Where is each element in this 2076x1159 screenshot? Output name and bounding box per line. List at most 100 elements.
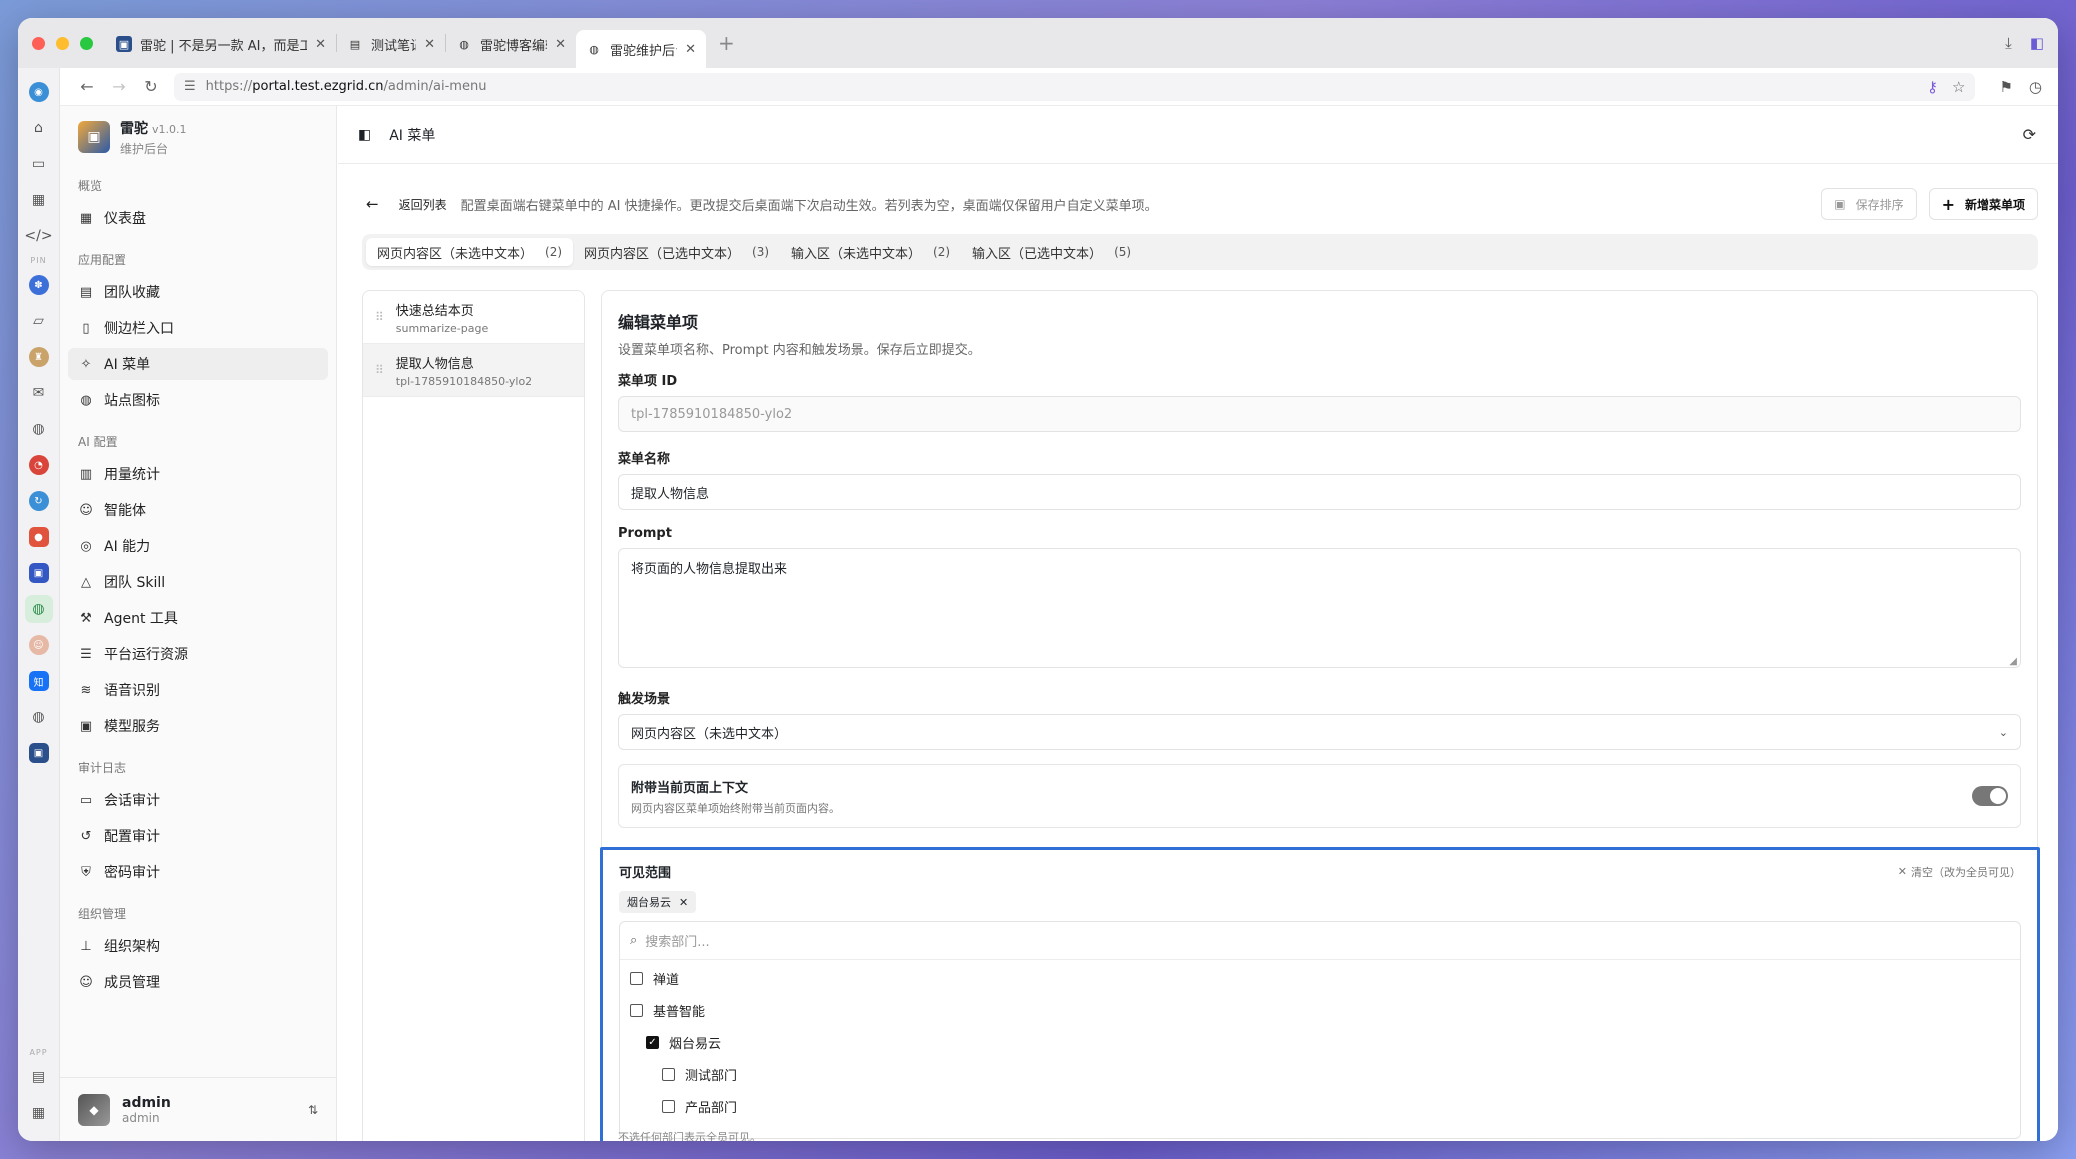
- back-arrow-icon[interactable]: ←: [78, 77, 96, 96]
- tree-node[interactable]: 测试部门: [620, 1058, 2020, 1090]
- sidebar-item[interactable]: ☺ 成员管理: [68, 966, 328, 998]
- new-tab-button[interactable]: +: [706, 31, 747, 55]
- add-menu-item-button[interactable]: + 新增菜单项: [1928, 188, 2038, 220]
- sidebar-item[interactable]: ▣ 模型服务: [68, 710, 328, 742]
- profile-avatar[interactable]: ◉: [25, 78, 53, 106]
- bookmark-icon[interactable]: ⚑: [1999, 78, 2012, 96]
- resize-handle-icon[interactable]: ◢: [2009, 656, 2017, 667]
- close-tab-icon[interactable]: ✕: [424, 37, 435, 52]
- drag-handle-icon[interactable]: ⠿: [375, 310, 384, 324]
- paw-icon[interactable]: ✽: [25, 271, 53, 299]
- zhihu-app-icon[interactable]: 知: [25, 667, 53, 695]
- trigger-scene-select[interactable]: 网页内容区（未选中文本） ⌄: [618, 714, 2021, 750]
- tree-node[interactable]: 基普智能: [620, 994, 2020, 1026]
- browser-tab[interactable]: ▤ 测试笔记 ✕: [337, 27, 445, 61]
- brand-name: 雷驼: [120, 120, 148, 137]
- close-tab-icon[interactable]: ✕: [685, 42, 696, 57]
- list-item-selected[interactable]: ⠿ 提取人物信息 tpl-1785910184850-ylo2: [363, 344, 584, 397]
- checkbox[interactable]: [630, 1003, 643, 1017]
- tab-input-selection[interactable]: 输入区（已选中文本） (5): [961, 238, 1142, 266]
- checkbox[interactable]: [662, 1099, 675, 1113]
- site-settings-icon[interactable]: ☰: [184, 79, 196, 94]
- calendar-icon[interactable]: ▦: [25, 1099, 53, 1127]
- tree-node[interactable]: 禅道: [620, 962, 2020, 994]
- browser-tab[interactable]: ▣ 雷驼 | 不是另一款 AI，而是工作… ✕: [106, 27, 336, 61]
- minimize-window-button[interactable]: [56, 36, 69, 50]
- sidebar-item[interactable]: ◎ AI 能力: [68, 530, 328, 562]
- sidebar-item[interactable]: ≋ 语音识别: [68, 674, 328, 706]
- tab-web-no-selection[interactable]: 网页内容区（未选中文本） (2): [366, 238, 574, 266]
- sidebar-item[interactable]: ☺ 智能体: [68, 494, 328, 526]
- sidebar-item[interactable]: ✧ AI 菜单: [68, 348, 328, 380]
- tools-icon: ⚒: [80, 610, 92, 626]
- pie-app-icon[interactable]: ◔: [25, 451, 53, 479]
- browser-tab-active[interactable]: ◍ 雷驼维护后台 ✕: [576, 30, 706, 68]
- sidebar-item[interactable]: ⚒ Agent 工具: [68, 602, 328, 634]
- back-to-list-button[interactable]: ← 返回列表: [366, 195, 447, 213]
- main-content: ◧ AI 菜单 ⟳ ← 返回列表 配置桌面端右键菜单中的 AI 快捷操作。更改提…: [338, 106, 2058, 1141]
- checkbox-checked[interactable]: ✓: [646, 1035, 659, 1049]
- prompt-textarea[interactable]: 将页面的人物信息提取出来 ◢: [618, 548, 2021, 668]
- badge-icon[interactable]: ♜: [25, 343, 53, 371]
- sidebar-item[interactable]: ☰ 平台运行资源: [68, 638, 328, 670]
- tab-web-selection[interactable]: 网页内容区（已选中文本） (3): [573, 238, 780, 266]
- sidebar-item[interactable]: △ 团队 Skill: [68, 566, 328, 598]
- briefcase-icon[interactable]: ▭: [25, 150, 53, 178]
- sidebar-item[interactable]: ↺ 配置审计: [68, 820, 328, 852]
- remove-chip-icon[interactable]: ✕: [679, 896, 688, 909]
- tree-node[interactable]: ✓ 烟台易云: [620, 1026, 2020, 1058]
- checkbox[interactable]: [630, 971, 643, 985]
- leitou-app-icon[interactable]: ▣: [25, 739, 53, 767]
- browser-tab[interactable]: ◍ 雷驼博客编辑 ✕: [446, 27, 576, 61]
- checkbox[interactable]: [662, 1067, 675, 1081]
- mail-icon[interactable]: ✉: [25, 379, 53, 407]
- user-menu[interactable]: ◆ admin admin ⇅: [60, 1077, 336, 1141]
- sidebar-collapse-icon[interactable]: ◧: [358, 127, 371, 143]
- list-item[interactable]: ⠿ 快速总结本页 summarize-page: [363, 291, 584, 344]
- globe-icon[interactable]: ◍: [25, 703, 53, 731]
- globe-icon-active[interactable]: ◍: [24, 595, 53, 623]
- sidebar-item[interactable]: ▤ 团队收藏: [68, 276, 328, 308]
- sidebar-item[interactable]: ▯ 侧边栏入口: [68, 312, 328, 344]
- home-icon[interactable]: ⌂: [25, 114, 53, 142]
- globe-icon[interactable]: ◍: [25, 415, 53, 443]
- tab-input-no-selection[interactable]: 输入区（未选中文本） (2): [780, 238, 961, 266]
- star-icon[interactable]: ☆: [1952, 78, 1965, 96]
- sidebar-item[interactable]: ▥ 用量统计: [68, 458, 328, 490]
- url-field[interactable]: ☰ https://portal.test.ezgrid.cn/admin/ai…: [174, 72, 1976, 101]
- sidebar-item[interactable]: ⊥ 组织架构: [68, 930, 328, 962]
- sidebar-item[interactable]: ▭ 会话审计: [68, 784, 328, 816]
- sidebar-item[interactable]: ▦ 仪表盘: [68, 202, 328, 234]
- sidebar-toggle-icon[interactable]: ◧: [2030, 34, 2044, 52]
- record-app-icon[interactable]: ●: [25, 523, 53, 551]
- department-search-input[interactable]: ⌕ 搜索部门...: [620, 922, 2020, 960]
- close-window-button[interactable]: [32, 36, 45, 50]
- history-icon[interactable]: ◷: [2029, 78, 2042, 96]
- folder-icon[interactable]: ▱: [25, 307, 53, 335]
- zoom-window-button[interactable]: [80, 36, 93, 50]
- user-avatar-app-icon[interactable]: ☺: [25, 631, 53, 659]
- drag-handle-icon[interactable]: ⠿: [375, 363, 384, 377]
- tab-strip-actions: ⤓ ◧: [2005, 34, 2058, 52]
- tree-node[interactable]: 产品部门: [620, 1090, 2020, 1122]
- menu-name-input[interactable]: 提取人物信息: [618, 474, 2021, 510]
- save-order-button[interactable]: ▣ 保存排序: [1821, 188, 1917, 220]
- apps-grid-icon[interactable]: ▦: [25, 186, 53, 214]
- forward-arrow-icon[interactable]: →: [110, 77, 128, 96]
- brand-logo: ▣: [78, 121, 110, 153]
- close-tab-icon[interactable]: ✕: [315, 37, 326, 52]
- refresh-app-icon[interactable]: ↻: [25, 487, 53, 515]
- sidebar-item[interactable]: ◍ 站点图标: [68, 384, 328, 416]
- notes-icon[interactable]: ▤: [25, 1063, 53, 1091]
- clear-scope-button[interactable]: ✕ 清空（改为全员可见）: [1898, 864, 2021, 880]
- key-icon[interactable]: ⚷: [1927, 78, 1938, 96]
- download-icon[interactable]: ⤓: [2005, 34, 2012, 52]
- close-tab-icon[interactable]: ✕: [555, 37, 566, 52]
- reload-icon[interactable]: ↻: [142, 77, 160, 96]
- sidebar-item[interactable]: ⛨ 密码审计: [68, 856, 328, 888]
- chevron-updown-icon[interactable]: ⇅: [308, 1103, 318, 1117]
- page-context-switch[interactable]: [1972, 786, 2008, 806]
- book-app-icon[interactable]: ▣: [25, 559, 53, 587]
- refresh-icon[interactable]: ⟳: [2023, 125, 2036, 144]
- code-icon[interactable]: </>: [24, 222, 52, 250]
